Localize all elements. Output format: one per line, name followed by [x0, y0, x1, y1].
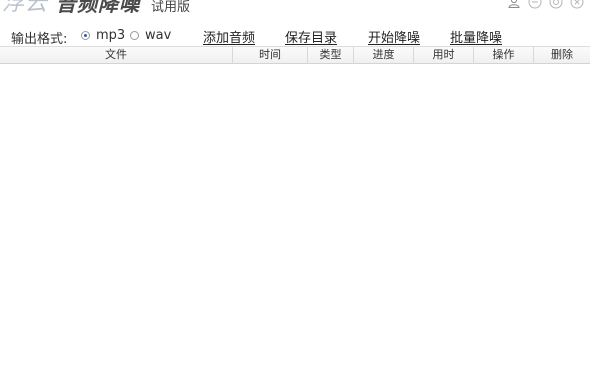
app-title: 浮云 音频降噪	[2, 0, 140, 17]
settings-icon[interactable]	[549, 0, 563, 9]
app-brand: 浮云	[2, 0, 49, 16]
column-header-operation[interactable]: 操作	[474, 47, 534, 64]
toolbar: 输出格式: mp3 wav 添加音频 保存目录 开始降噪 批量降噪	[0, 24, 590, 47]
user-icon[interactable]	[507, 0, 521, 9]
column-header-time[interactable]: 时间	[233, 47, 308, 64]
close-icon[interactable]	[570, 0, 584, 9]
column-header-file[interactable]: 文件	[0, 47, 233, 64]
column-header-progress[interactable]: 进度	[354, 47, 414, 64]
column-header-type[interactable]: 类型	[308, 47, 354, 64]
file-list-body[interactable]	[0, 64, 590, 376]
format-radio-label: wav	[145, 28, 172, 43]
start-denoise-button[interactable]: 开始降噪	[368, 27, 420, 46]
file-table-header: 文件 时间 类型 进度 用时 操作 删除	[0, 46, 590, 64]
format-radio-wav[interactable]: wav	[130, 29, 171, 42]
app-product-name: 音频降噪	[56, 0, 141, 16]
format-radio-mp3[interactable]: mp3	[81, 29, 125, 42]
radio-unselected-indicator[interactable]	[130, 31, 139, 40]
format-radio-label: mp3	[96, 28, 126, 43]
app-window: 浮云 音频降噪 试用版 输出格式: mp3 wav 添加音频 保存目录 开始降噪…	[0, 0, 590, 376]
minimize-icon[interactable]	[528, 0, 542, 9]
column-header-duration[interactable]: 用时	[414, 47, 474, 64]
save-directory-button[interactable]: 保存目录	[285, 27, 337, 46]
title-bar: 浮云 音频降噪 试用版	[0, 0, 590, 24]
window-controls	[507, 0, 584, 9]
column-header-delete[interactable]: 删除	[534, 47, 590, 64]
add-audio-button[interactable]: 添加音频	[203, 27, 255, 46]
output-format-label: 输出格式:	[11, 32, 68, 47]
batch-denoise-button[interactable]: 批量降噪	[450, 27, 502, 46]
radio-selected-indicator[interactable]	[81, 31, 90, 40]
edition-label: 试用版	[151, 0, 191, 15]
